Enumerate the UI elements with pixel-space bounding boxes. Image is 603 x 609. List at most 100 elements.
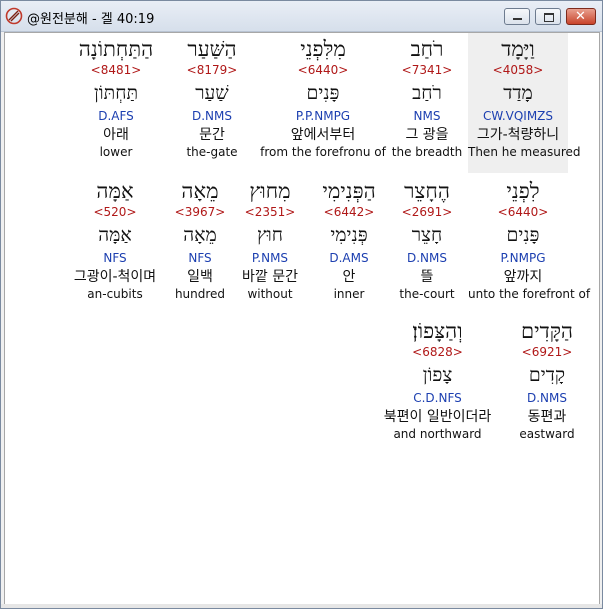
korean-gloss: 앞까지	[503, 269, 543, 285]
morphology-code: D.NMS	[406, 251, 447, 265]
hebrew-word: הֶחָצֵר	[404, 179, 450, 203]
word-cell-r2-1[interactable]: לִפְנֵי <6440> פָּנִים P.NMPG 앞까지 unto t…	[468, 179, 591, 301]
word-cell-r1-2[interactable]: רֹחַב <7341> רֹחַב NMS 그 광을 the breadth	[377, 37, 477, 159]
english-gloss: inner	[333, 287, 365, 301]
word-cell-r2-3[interactable]: הַפְּנִימִי <6442> פְּנִימִי D.AMS 안 inn…	[309, 179, 389, 301]
morphology-code: C.D.NFS	[413, 391, 462, 405]
english-gloss: the-gate	[186, 145, 238, 159]
hebrew-word: רֹחַב	[410, 37, 444, 61]
hebrew-word: וַיָּמָד	[501, 37, 535, 61]
korean-gloss: 안	[342, 269, 356, 285]
word-cell-r2-5[interactable]: מֵאָה <3967> מֵאָה NFS 일백 hundred	[167, 179, 233, 301]
strong-number: <6828>	[412, 345, 463, 359]
hebrew-lemma: תַּחְתּוֹן	[93, 82, 139, 104]
hebrew-lemma: רֹחַב	[412, 82, 442, 104]
app-window: @원전분해 - 겔 40:19 ✕ וַיָּמָד <4058> מָדַד …	[0, 0, 603, 609]
hebrew-lemma: צָפוֹן	[422, 364, 453, 386]
strong-number: <8481>	[90, 63, 142, 77]
hebrew-word: מִחוּץ	[249, 179, 291, 203]
hebrew-lemma: מֵאָה	[183, 224, 217, 246]
korean-gloss: 북편이 일반이더라	[383, 409, 492, 425]
hebrew-word: מֵאָה	[181, 179, 219, 203]
morphology-code: D.AFS	[98, 109, 134, 123]
maximize-button[interactable]	[535, 8, 561, 25]
strong-number: <6440>	[497, 205, 549, 219]
morphology-code: D.NMS	[191, 109, 232, 123]
korean-gloss: 바깥 문간	[242, 269, 298, 285]
english-gloss: unto the forefront of	[468, 287, 591, 301]
strong-number: <2691>	[401, 205, 453, 219]
strong-number: <3967>	[174, 205, 226, 219]
hebrew-word: הַשַּׁעַר	[187, 37, 237, 61]
close-icon: ✕	[575, 9, 586, 24]
hebrew-word: וְהַצָּפוֹן׃	[412, 319, 463, 343]
korean-gloss: 뜰	[420, 269, 434, 285]
interlinear-panel: וַיָּמָד <4058> מָדַד CW.VQIMZS 그가-척량하니 …	[4, 32, 600, 605]
minimize-icon	[513, 18, 522, 20]
hebrew-lemma: חוּץ	[256, 224, 283, 246]
word-cell-r2-6[interactable]: אַמָּה <520> אַמָּה NFS 그광이-척이며 an-cubit…	[63, 179, 167, 301]
english-gloss: from the forefronu of	[260, 145, 386, 159]
hebrew-word: לִפְנֵי	[506, 179, 540, 203]
strong-number: <7341>	[401, 63, 453, 77]
word-cell-r1-4[interactable]: הַשַּׁעַר <8179> שַׁעַר D.NMS 문간 the-gat…	[172, 37, 252, 159]
hebrew-word: הַתַּחְתוֹנָה	[78, 37, 154, 61]
hebrew-word: מִלִּפְנֵי	[300, 37, 346, 61]
korean-gloss: 일백	[187, 269, 213, 285]
english-gloss: hundred	[174, 287, 226, 301]
word-cell-r1-1[interactable]: וַיָּמָד <4058> מָדַד CW.VQIMZS 그가-척량하니 …	[468, 33, 581, 173]
korean-gloss: 아래	[103, 127, 129, 143]
strong-number: <4058>	[492, 63, 544, 77]
word-cell-r2-2[interactable]: הֶחָצֵר <2691> חָצֵר D.NMS 뜰 the-court	[388, 179, 466, 301]
hebrew-word: אַמָּה	[96, 179, 134, 203]
morphology-code: D.NMS	[526, 391, 567, 405]
hebrew-lemma: פָּנִים	[306, 82, 340, 104]
word-cell-r3-2[interactable]: וְהַצָּפוֹן׃ <6828> צָפוֹן C.D.NFS 북편이 일…	[370, 319, 505, 441]
hebrew-lemma: קָדִים	[528, 364, 566, 386]
hebrew-word: הַפְּנִימִי	[322, 179, 376, 203]
hebrew-word: הַקָּדִים	[520, 319, 574, 343]
word-cell-r1-3[interactable]: מִלִּפְנֵי <6440> פָּנִים P.P.NMPG 앞에서부터…	[258, 37, 388, 159]
strong-number: <6440>	[297, 63, 349, 77]
morphology-code: NFS	[103, 251, 127, 265]
word-cell-r2-4[interactable]: מִחוּץ <2351> חוּץ P.NMS 바깥 문간 without	[235, 179, 305, 301]
window-bottom-border	[1, 604, 602, 608]
hebrew-lemma: חָצֵר	[411, 224, 443, 246]
english-gloss: the-court	[399, 287, 455, 301]
morphology-code: P.P.NMPG	[295, 109, 351, 123]
korean-gloss: 동편과	[527, 409, 567, 425]
english-gloss: eastward	[519, 427, 575, 441]
strong-number: <520>	[93, 205, 137, 219]
korean-gloss: 문간	[199, 127, 225, 143]
korean-gloss: 그 광을	[405, 127, 449, 143]
strong-number: <8179>	[186, 63, 238, 77]
hebrew-lemma: שַׁעַר	[195, 82, 229, 104]
morphology-code: P.NMPG	[500, 251, 546, 265]
morphology-code: NMS	[413, 109, 441, 123]
close-button[interactable]: ✕	[566, 8, 596, 25]
morphology-code: D.AMS	[329, 251, 369, 265]
word-cell-r1-5[interactable]: הַתַּחְתוֹנָה <8481> תַּחְתּוֹן D.AFS 아래…	[71, 37, 161, 159]
english-gloss: the breadth	[391, 145, 463, 159]
english-gloss: lower	[99, 145, 133, 159]
maximize-icon	[544, 13, 554, 22]
strong-number: <2351>	[244, 205, 296, 219]
korean-gloss: 그광이-척이며	[73, 269, 157, 285]
hebrew-lemma: פְּנִימִי	[330, 224, 368, 246]
morphology-code: P.NMS	[251, 251, 289, 265]
window-title: @원전분해 - 겔 40:19	[27, 12, 155, 27]
english-gloss: an-cubits	[87, 287, 143, 301]
english-gloss: and northward	[393, 427, 482, 441]
strong-number: <6921>	[521, 345, 573, 359]
title-bar[interactable]: @원전분해 - 겔 40:19 ✕	[1, 1, 602, 32]
minimize-button[interactable]	[504, 8, 530, 25]
hebrew-lemma: מָדַד	[503, 82, 533, 104]
hebrew-lemma: אַמָּה	[98, 224, 132, 246]
hebrew-lemma: פָּנִים	[506, 224, 540, 246]
morphology-code: NFS	[188, 251, 212, 265]
english-gloss: without	[247, 287, 293, 301]
word-cell-r3-1[interactable]: הַקָּדִים <6921> קָדִים D.NMS 동편과 eastwa…	[497, 319, 597, 441]
app-logo-icon	[5, 7, 23, 25]
strong-number: <6442>	[323, 205, 375, 219]
korean-gloss: 앞에서부터	[290, 127, 356, 143]
